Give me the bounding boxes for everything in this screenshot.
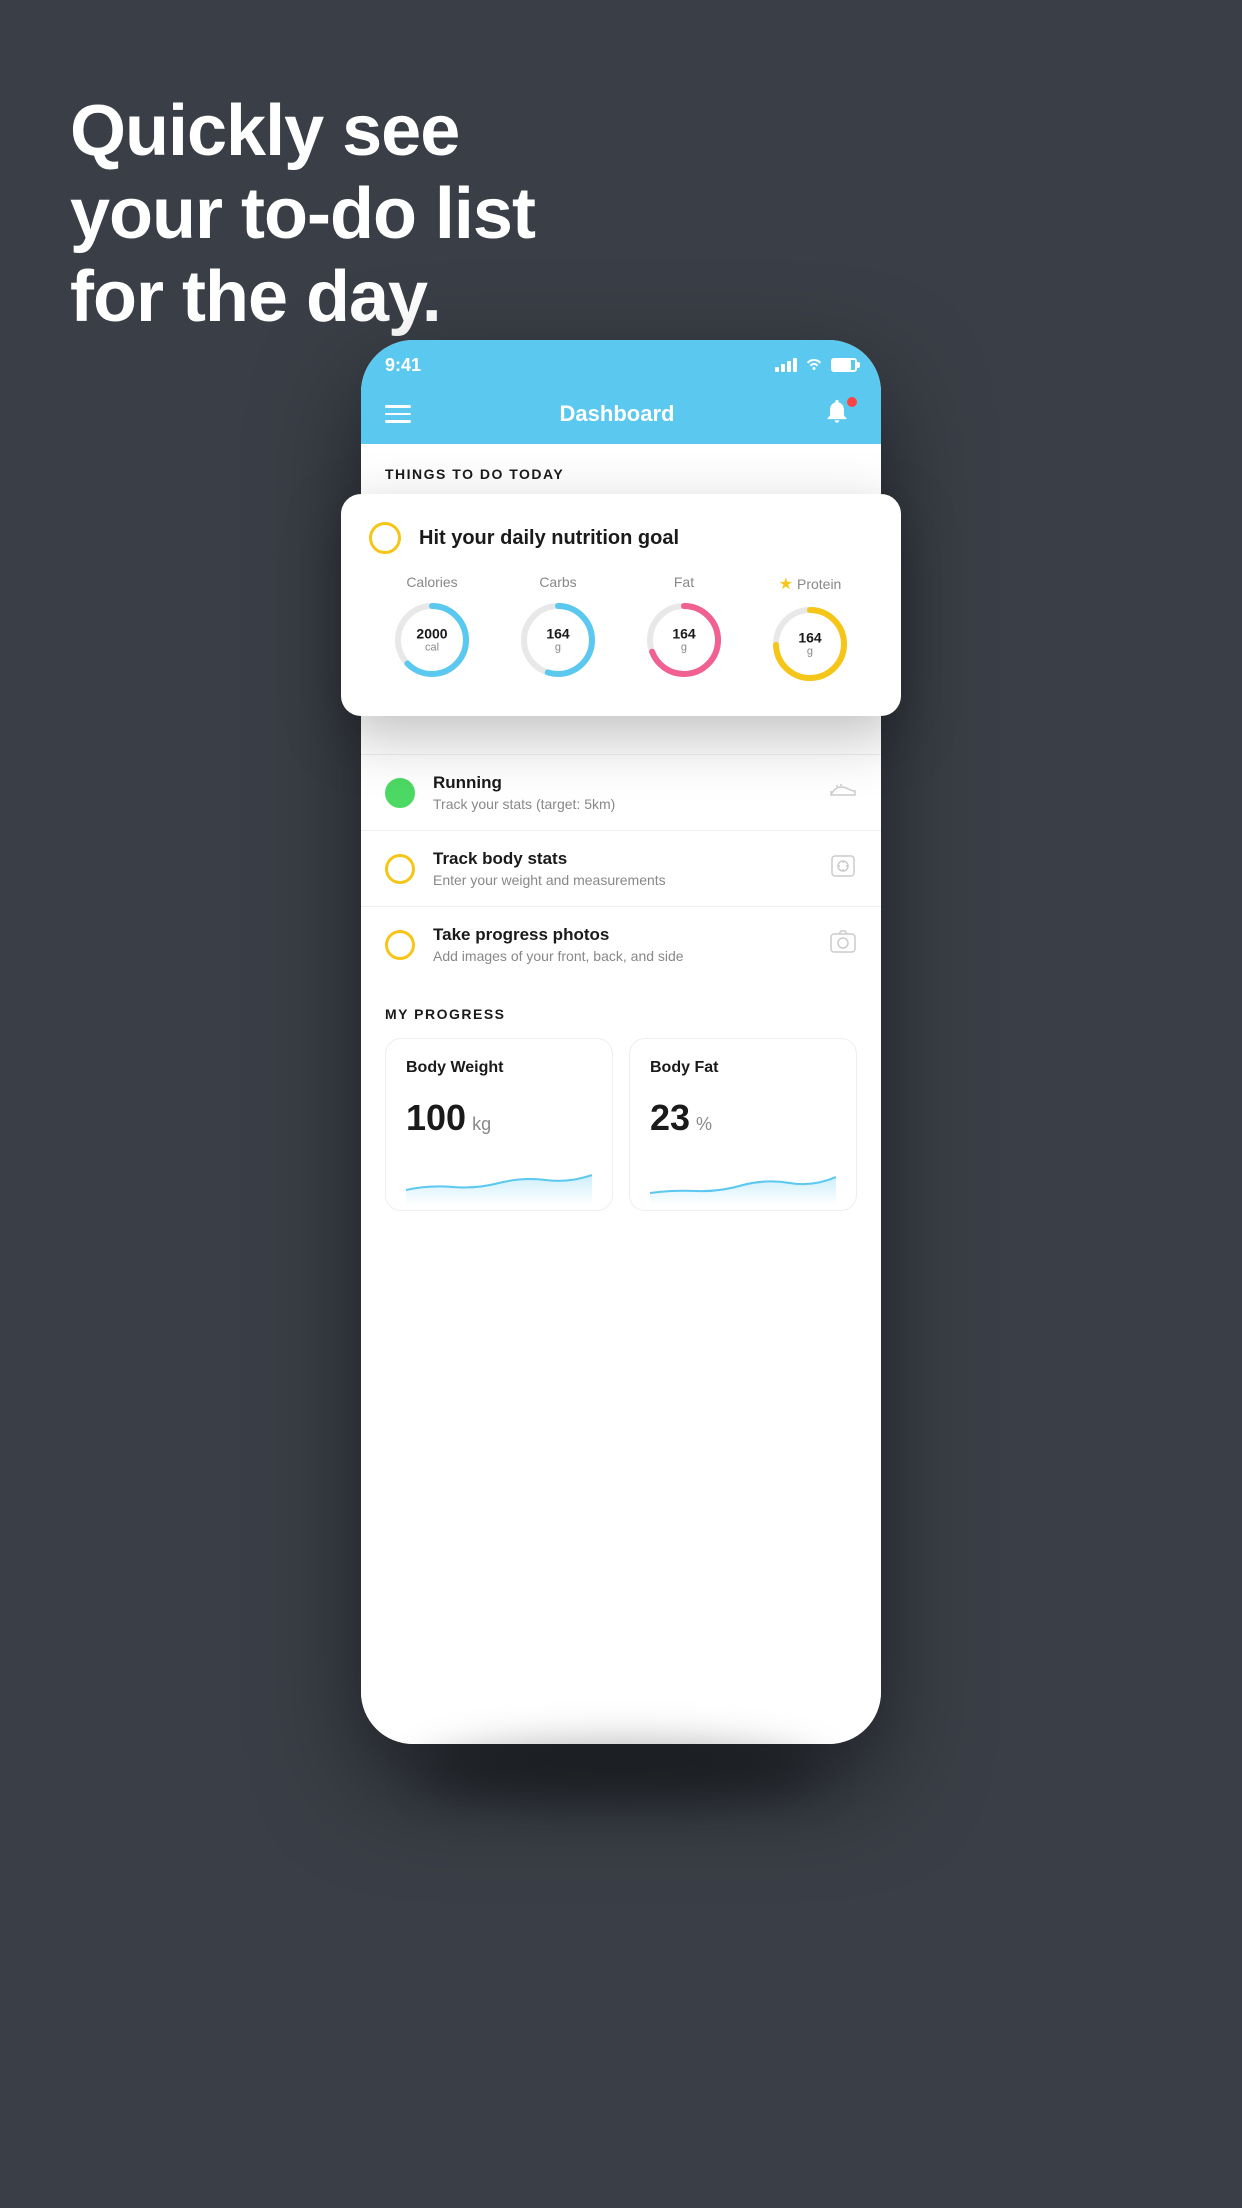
wifi-icon	[805, 356, 823, 375]
body-weight-unit: kg	[472, 1114, 491, 1135]
star-icon: ★	[779, 574, 793, 594]
todo-item-progress-photos[interactable]: Take progress photos Add images of your …	[361, 906, 881, 982]
protein-unit: g	[798, 646, 821, 658]
protein-label-row: ★ Protein	[779, 574, 842, 594]
signal-bars-icon	[775, 358, 797, 372]
progress-section-title: MY PROGRESS	[385, 1006, 857, 1022]
notification-dot	[847, 397, 857, 407]
todo-circle-running	[385, 778, 415, 808]
headline: Quickly see your to-do list for the day.	[70, 90, 535, 338]
nav-title: Dashboard	[560, 401, 675, 427]
card-title-row: Hit your daily nutrition goal	[369, 522, 873, 554]
calories-label: Calories	[406, 574, 457, 590]
nutrition-carbs: Carbs 164 g	[518, 574, 598, 680]
status-time: 9:41	[385, 355, 421, 376]
carbs-label: Carbs	[539, 574, 576, 590]
fat-progress: 164 g	[644, 600, 724, 680]
notification-bell-button[interactable]	[823, 397, 857, 431]
todo-subtitle-running: Track your stats (target: 5km)	[433, 796, 811, 812]
nutrition-protein: ★ Protein 164 g	[770, 574, 850, 684]
shoe-icon	[829, 779, 857, 807]
progress-cards: Body Weight 100 kg	[385, 1038, 857, 1211]
todo-title-running: Running	[433, 773, 811, 793]
todo-circle-progress-photos	[385, 930, 415, 960]
body-fat-unit: %	[696, 1114, 712, 1135]
nutrition-radio-button[interactable]	[369, 522, 401, 554]
carbs-value: 164	[546, 626, 569, 641]
fat-label: Fat	[674, 574, 694, 590]
floating-nutrition-card: Hit your daily nutrition goal Calories 2…	[341, 494, 901, 716]
body-weight-value: 100	[406, 1097, 466, 1139]
battery-icon	[831, 358, 857, 372]
body-fat-value-row: 23 %	[650, 1097, 836, 1139]
todo-text-running: Running Track your stats (target: 5km)	[433, 773, 811, 812]
todo-title-progress-photos: Take progress photos	[433, 925, 811, 945]
todo-text-progress-photos: Take progress photos Add images of your …	[433, 925, 811, 964]
todo-text-body-stats: Track body stats Enter your weight and m…	[433, 849, 811, 888]
calories-value: 2000	[416, 626, 447, 641]
headline-line1: Quickly see	[70, 90, 535, 173]
body-fat-title: Body Fat	[650, 1059, 836, 1077]
nutrition-fat: Fat 164 g	[644, 574, 724, 680]
carbs-progress: 164 g	[518, 600, 598, 680]
protein-label: Protein	[797, 576, 841, 592]
todo-subtitle-body-stats: Enter your weight and measurements	[433, 872, 811, 888]
todo-circle-body-stats	[385, 854, 415, 884]
body-weight-value-row: 100 kg	[406, 1097, 592, 1139]
photo-icon	[829, 929, 857, 961]
menu-button[interactable]	[385, 405, 411, 423]
body-fat-value: 23	[650, 1097, 690, 1139]
fat-unit: g	[672, 642, 695, 654]
fat-value: 164	[672, 626, 695, 641]
todo-subtitle-progress-photos: Add images of your front, back, and side	[433, 948, 811, 964]
card-title: Hit your daily nutrition goal	[419, 527, 679, 550]
protein-value: 164	[798, 630, 821, 645]
todo-title-body-stats: Track body stats	[433, 849, 811, 869]
body-fat-chart	[650, 1155, 836, 1205]
nutrition-calories: Calories 2000 cal	[392, 574, 472, 680]
headline-line2: your to-do list	[70, 173, 535, 256]
headline-line3: for the day.	[70, 256, 535, 339]
status-icons	[775, 356, 857, 375]
calories-progress: 2000 cal	[392, 600, 472, 680]
todo-item-body-stats[interactable]: Track body stats Enter your weight and m…	[361, 830, 881, 906]
body-weight-chart	[406, 1155, 592, 1205]
phone-shadow	[421, 1744, 821, 1804]
protein-progress: 164 g	[770, 604, 850, 684]
nav-bar: Dashboard	[361, 384, 881, 444]
calories-unit: cal	[416, 642, 447, 654]
nutrition-row: Calories 2000 cal Carbs	[369, 574, 873, 684]
body-weight-title: Body Weight	[406, 1059, 592, 1077]
section-header-today: THINGS TO DO TODAY	[361, 444, 881, 494]
body-fat-card[interactable]: Body Fat 23 %	[629, 1038, 857, 1211]
progress-section: MY PROGRESS Body Weight 100 kg	[361, 982, 881, 1211]
carbs-unit: g	[546, 642, 569, 654]
status-bar: 9:41	[361, 340, 881, 384]
scale-icon	[829, 853, 857, 885]
body-weight-card[interactable]: Body Weight 100 kg	[385, 1038, 613, 1211]
todo-item-running[interactable]: Running Track your stats (target: 5km)	[361, 754, 881, 830]
